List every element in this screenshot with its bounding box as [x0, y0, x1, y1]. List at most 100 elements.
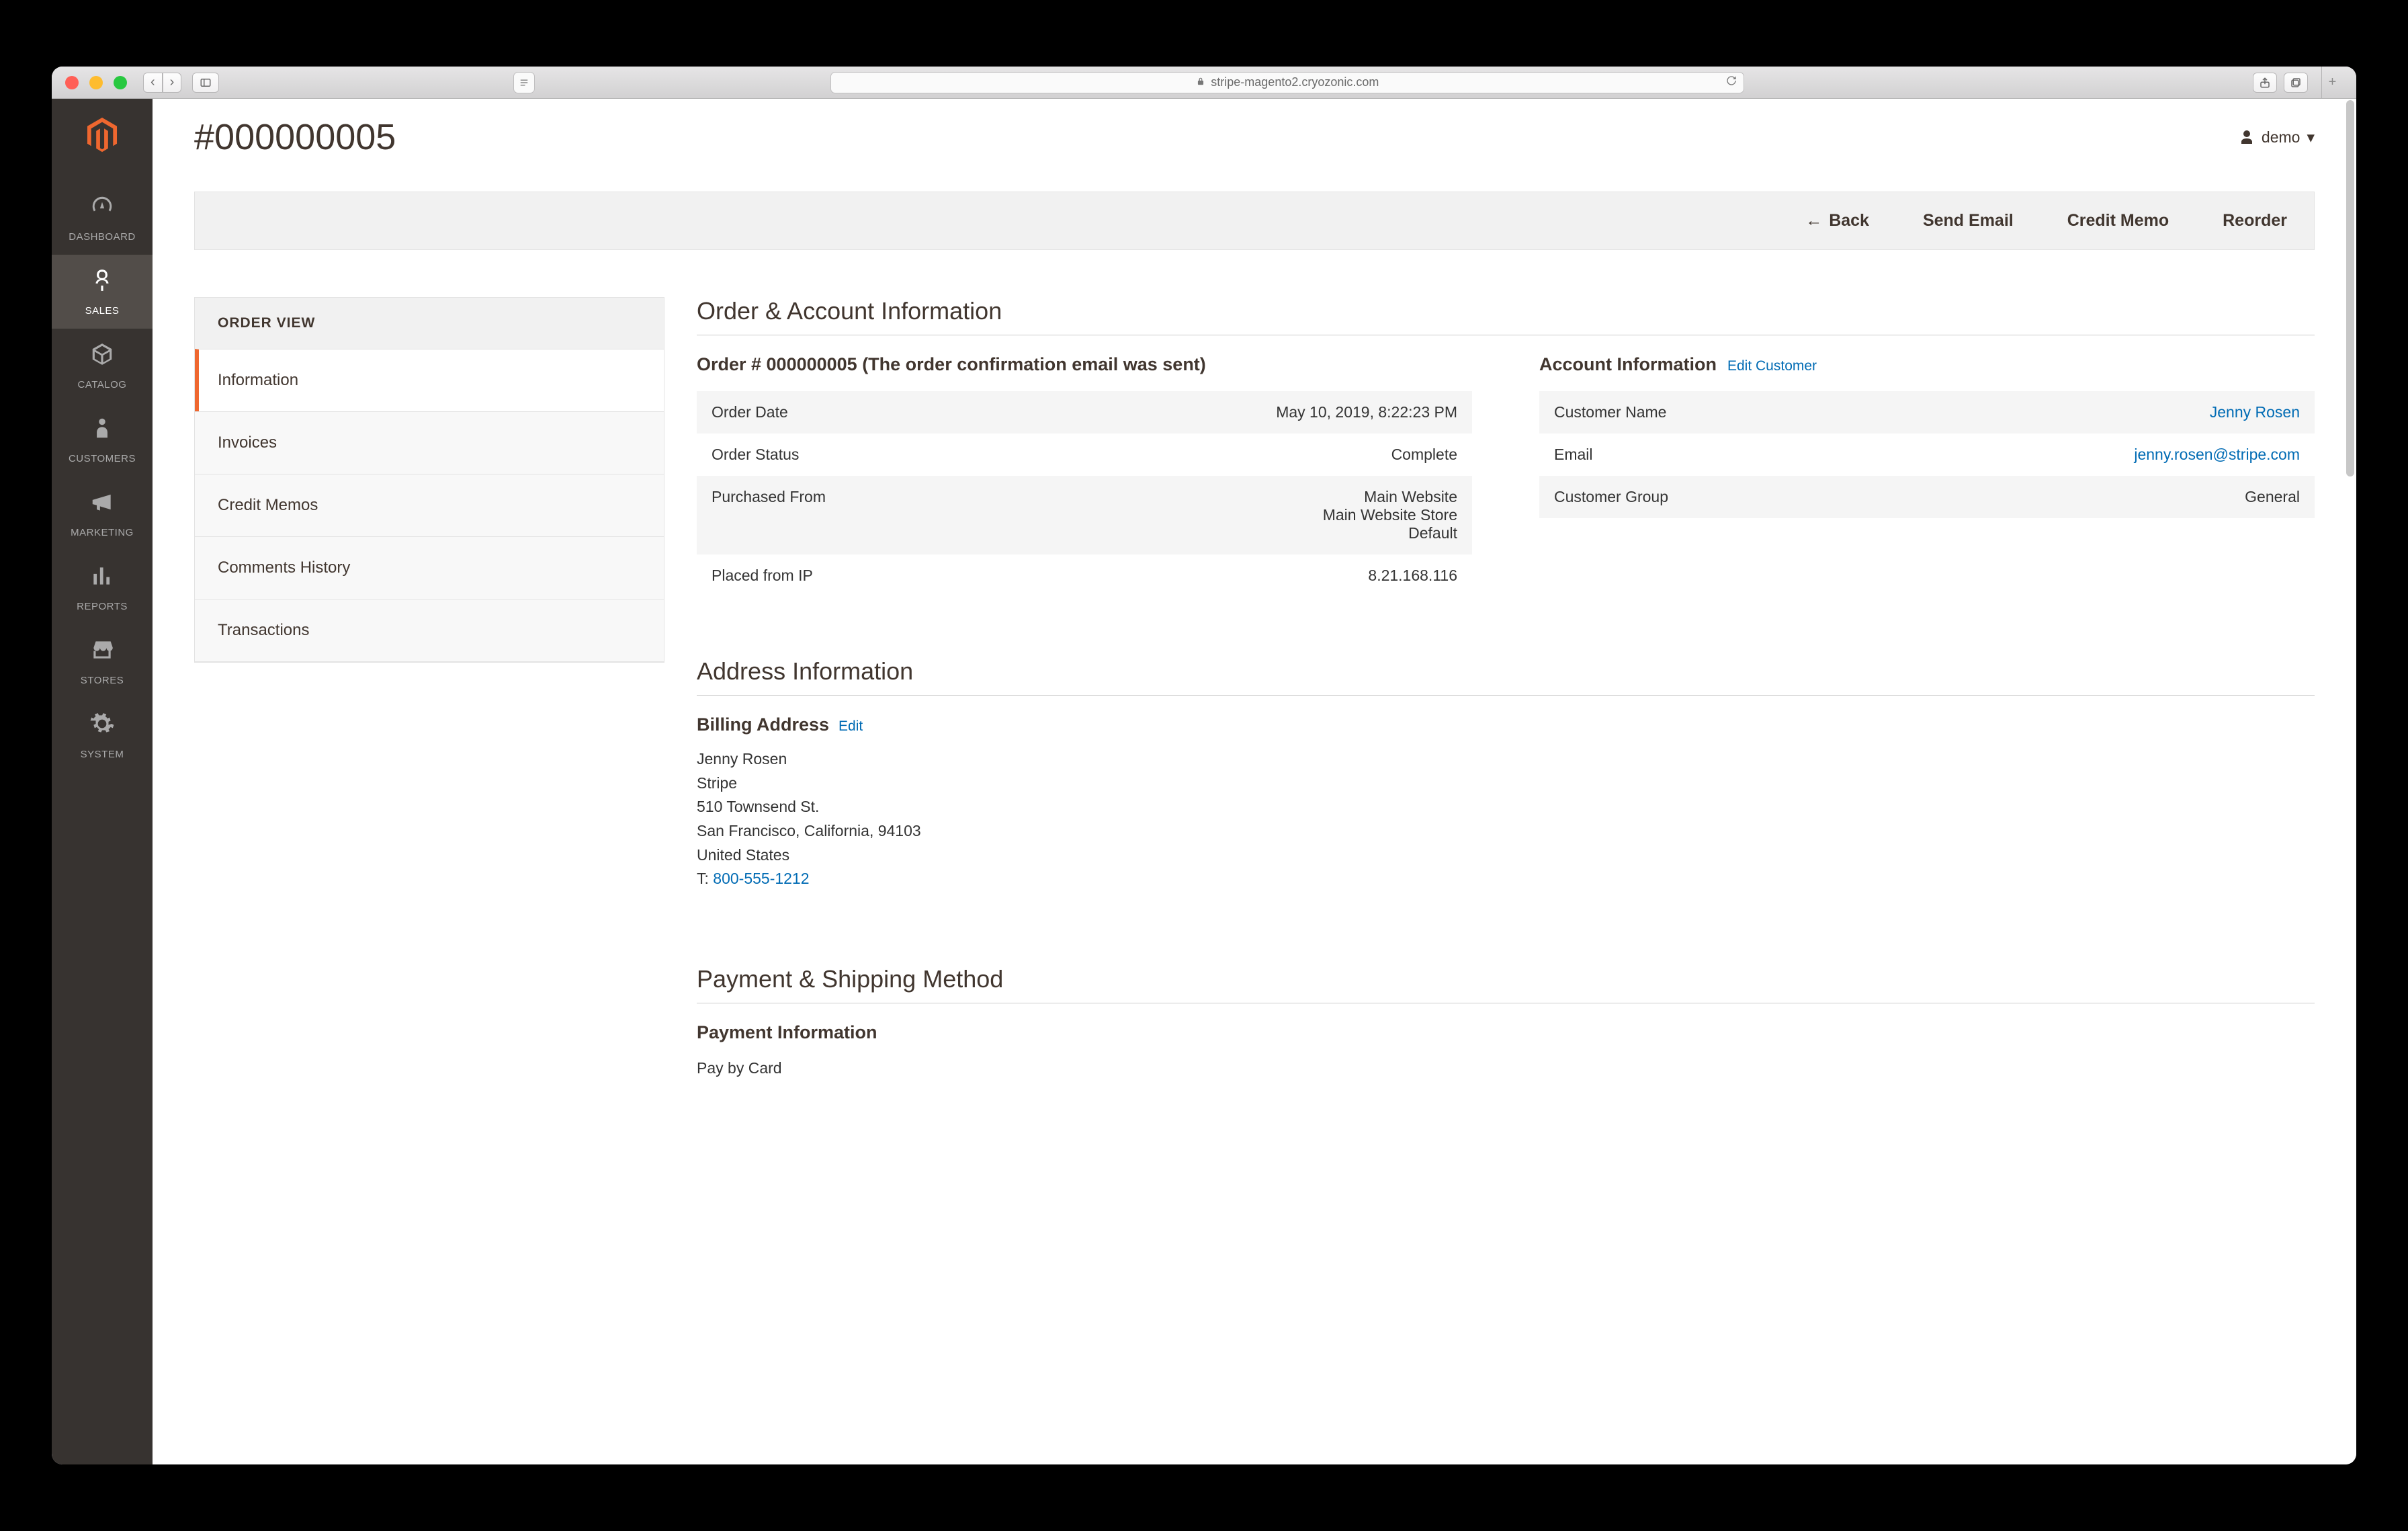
- user-icon: [2239, 129, 2255, 145]
- sidebar-item-label: DASHBOARD: [69, 231, 136, 243]
- order-details: Order & Account Information Order # 0000…: [697, 297, 2315, 1077]
- customer-email-link[interactable]: jenny.rosen@stripe.com: [2134, 446, 2300, 463]
- sidebar-item-reports[interactable]: REPORTS: [52, 550, 153, 624]
- table-row: Customer Name Jenny Rosen: [1539, 391, 2315, 433]
- order-status-label: Order Status: [697, 433, 1011, 476]
- ip-label: Placed from IP: [697, 554, 1011, 597]
- sidebar-item-label: SALES: [85, 305, 120, 317]
- table-row: Email jenny.rosen@stripe.com: [1539, 433, 2315, 476]
- chevron-down-icon: ▾: [2307, 128, 2315, 147]
- tab-comments-history[interactable]: Comments History: [195, 536, 664, 599]
- catalog-icon: [89, 341, 115, 374]
- account-info-table: Customer Name Jenny Rosen Email jenny.ro…: [1539, 391, 2315, 518]
- section-address-info: Address Information: [697, 657, 2315, 696]
- sidebar-item-dashboard[interactable]: DASHBOARD: [52, 181, 153, 255]
- marketing-icon: [89, 489, 115, 522]
- section-order-account: Order & Account Information: [697, 297, 2315, 335]
- tab-invoices[interactable]: Invoices: [195, 411, 664, 474]
- page-title: #000000005: [194, 116, 396, 158]
- order-summary-block: Order # 000000005 (The order confirmatio…: [697, 354, 1472, 597]
- order-status-value: Complete: [1011, 433, 1472, 476]
- reorder-button[interactable]: Reorder: [2223, 211, 2287, 231]
- close-icon[interactable]: [65, 76, 79, 89]
- reader-button[interactable]: [513, 72, 535, 93]
- billing-address: Jenny Rosen Stripe 510 Townsend St. San …: [697, 747, 2315, 891]
- reload-icon[interactable]: [1726, 75, 1737, 89]
- account-info-block: Account Information Edit Customer Custom…: [1539, 354, 2315, 597]
- user-menu[interactable]: demo ▾: [2239, 128, 2315, 147]
- sales-icon: [89, 267, 115, 300]
- edit-billing-link[interactable]: Edit: [838, 718, 863, 735]
- billing-address-header: Billing Address Edit: [697, 714, 2315, 735]
- sidebar-item-catalog[interactable]: CATALOG: [52, 329, 153, 403]
- sidebar-toggle-button[interactable]: [192, 73, 219, 93]
- maximize-icon[interactable]: [114, 76, 127, 89]
- tab-credit-memos[interactable]: Credit Memos: [195, 474, 664, 536]
- sidebar-item-marketing[interactable]: MARKETING: [52, 477, 153, 550]
- order-date-label: Order Date: [697, 391, 1011, 433]
- customer-group-label: Customer Group: [1539, 476, 1868, 518]
- sidebar-item-label: SYSTEM: [81, 749, 124, 760]
- sidebar-item-label: CUSTOMERS: [69, 453, 136, 464]
- system-icon: [89, 711, 115, 743]
- url-text: stripe-magento2.cryozonic.com: [1211, 75, 1379, 89]
- tab-transactions[interactable]: Transactions: [195, 599, 664, 662]
- customer-group-value: General: [1868, 476, 2315, 518]
- table-row: Customer Group General: [1539, 476, 2315, 518]
- purchased-from-value: Main Website Main Website Store Default: [1011, 476, 1472, 554]
- payment-info-header: Payment Information: [697, 1022, 2315, 1043]
- section-payment-shipping: Payment & Shipping Method: [697, 965, 2315, 1003]
- send-email-button[interactable]: Send Email: [1923, 211, 2014, 231]
- sidebar-item-sales[interactable]: SALES: [52, 255, 153, 329]
- order-view-tabs: ORDER VIEW Information Invoices Credit M…: [194, 297, 664, 663]
- sidebar-item-label: STORES: [81, 675, 124, 686]
- sidebar-item-system[interactable]: SYSTEM: [52, 698, 153, 772]
- main-content: #000000005 demo ▾ ← Back Send Email Cred…: [153, 99, 2356, 1464]
- window-controls: [65, 76, 127, 89]
- address-bar[interactable]: stripe-magento2.cryozonic.com: [830, 72, 1744, 93]
- sidebar-item-customers[interactable]: CUSTOMERS: [52, 403, 153, 477]
- titlebar-right: +: [2253, 67, 2343, 99]
- payment-method: Pay by Card: [697, 1059, 2315, 1077]
- share-button[interactable]: [2253, 73, 2277, 93]
- forward-button[interactable]: ›: [163, 73, 182, 93]
- reports-icon: [89, 563, 115, 595]
- table-row: Purchased From Main Website Main Website…: [697, 476, 1472, 554]
- action-bar: ← Back Send Email Credit Memo Reorder: [194, 192, 2315, 250]
- credit-memo-button[interactable]: Credit Memo: [2067, 211, 2169, 231]
- sidebar-item-stores[interactable]: STORES: [52, 624, 153, 698]
- billing-phone-link[interactable]: 800-555-1212: [713, 870, 809, 887]
- order-view-header: ORDER VIEW: [195, 298, 664, 349]
- table-row: Order Status Complete: [697, 433, 1472, 476]
- stores-icon: [89, 637, 115, 669]
- table-row: Order Date May 10, 2019, 8:22:23 PM: [697, 391, 1472, 433]
- customers-icon: [89, 415, 115, 448]
- arrow-left-icon: ←: [1805, 211, 1822, 231]
- back-button[interactable]: ← Back: [1805, 211, 1869, 231]
- account-info-header: Account Information Edit Customer: [1539, 354, 2315, 375]
- titlebar: ‹ › stripe-magento2.cryozonic.com +: [52, 67, 2356, 99]
- table-row: Placed from IP 8.21.168.116: [697, 554, 1472, 597]
- page-header: #000000005 demo ▾: [194, 116, 2315, 158]
- minimize-icon[interactable]: [89, 76, 103, 89]
- tab-information[interactable]: Information: [195, 349, 664, 411]
- sidebar-item-label: CATALOG: [78, 379, 127, 390]
- sidebar-item-label: REPORTS: [77, 601, 128, 612]
- admin-sidebar: DASHBOARD SALES CATALOG CUSTOMERS MARKET…: [52, 99, 153, 1464]
- back-label: Back: [1829, 211, 1869, 231]
- edit-customer-link[interactable]: Edit Customer: [1727, 358, 1817, 374]
- order-number-header: Order # 000000005 (The order confirmatio…: [697, 354, 1472, 375]
- lock-icon: [1196, 75, 1205, 89]
- magento-logo[interactable]: [85, 118, 120, 161]
- app-body: DASHBOARD SALES CATALOG CUSTOMERS MARKET…: [52, 99, 2356, 1464]
- nav-buttons: ‹ ›: [143, 73, 187, 93]
- ip-value: 8.21.168.116: [1011, 554, 1472, 597]
- new-tab-button[interactable]: +: [2321, 67, 2343, 99]
- order-date-value: May 10, 2019, 8:22:23 PM: [1011, 391, 1472, 433]
- tabs-button[interactable]: [2284, 73, 2308, 93]
- order-info-table: Order Date May 10, 2019, 8:22:23 PM Orde…: [697, 391, 1472, 597]
- back-button[interactable]: ‹: [143, 73, 163, 93]
- customer-name-link[interactable]: Jenny Rosen: [2210, 403, 2300, 421]
- browser-window: ‹ › stripe-magento2.cryozonic.com +: [52, 67, 2356, 1464]
- scrollbar[interactable]: [2346, 100, 2354, 477]
